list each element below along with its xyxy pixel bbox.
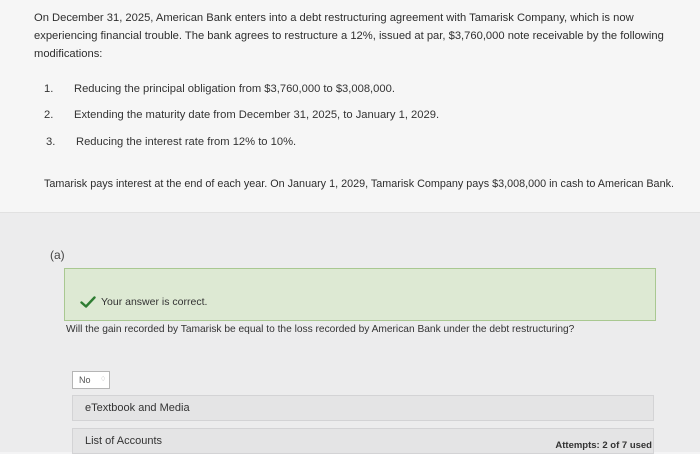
modification-text: Reducing the interest rate from 12% to 1…: [76, 136, 297, 148]
problem-intro: On December 31, 2025, American Bank ente…: [34, 12, 664, 60]
checkmark-icon: [80, 296, 96, 308]
part-label: (a): [50, 248, 65, 262]
list-of-accounts-label: List of Accounts: [85, 435, 163, 447]
question-text: Will the gain recorded by Tamarisk be eq…: [66, 324, 575, 335]
modification-number: 3.: [46, 136, 56, 148]
correct-feedback-box: [64, 268, 656, 321]
answer-select[interactable]: No ♢: [72, 371, 110, 389]
attempts-counter: Attempts: 2 of 7 used: [555, 440, 652, 451]
payment-text: Tamarisk pays interest at the end of eac…: [44, 178, 674, 190]
modification-text: Extending the maturity date from Decembe…: [74, 109, 440, 121]
modification-number: 1.: [44, 83, 54, 95]
modification-number: 2.: [44, 109, 54, 121]
modification-text: Reducing the principal obligation from $…: [74, 83, 395, 95]
answer-select-value: No: [79, 375, 91, 385]
etextbook-button[interactable]: eTextbook and Media: [72, 395, 654, 421]
etextbook-label: eTextbook and Media: [85, 402, 190, 414]
select-arrows-icon: ♢: [100, 376, 107, 383]
feedback-text: Your answer is correct.: [101, 296, 208, 308]
